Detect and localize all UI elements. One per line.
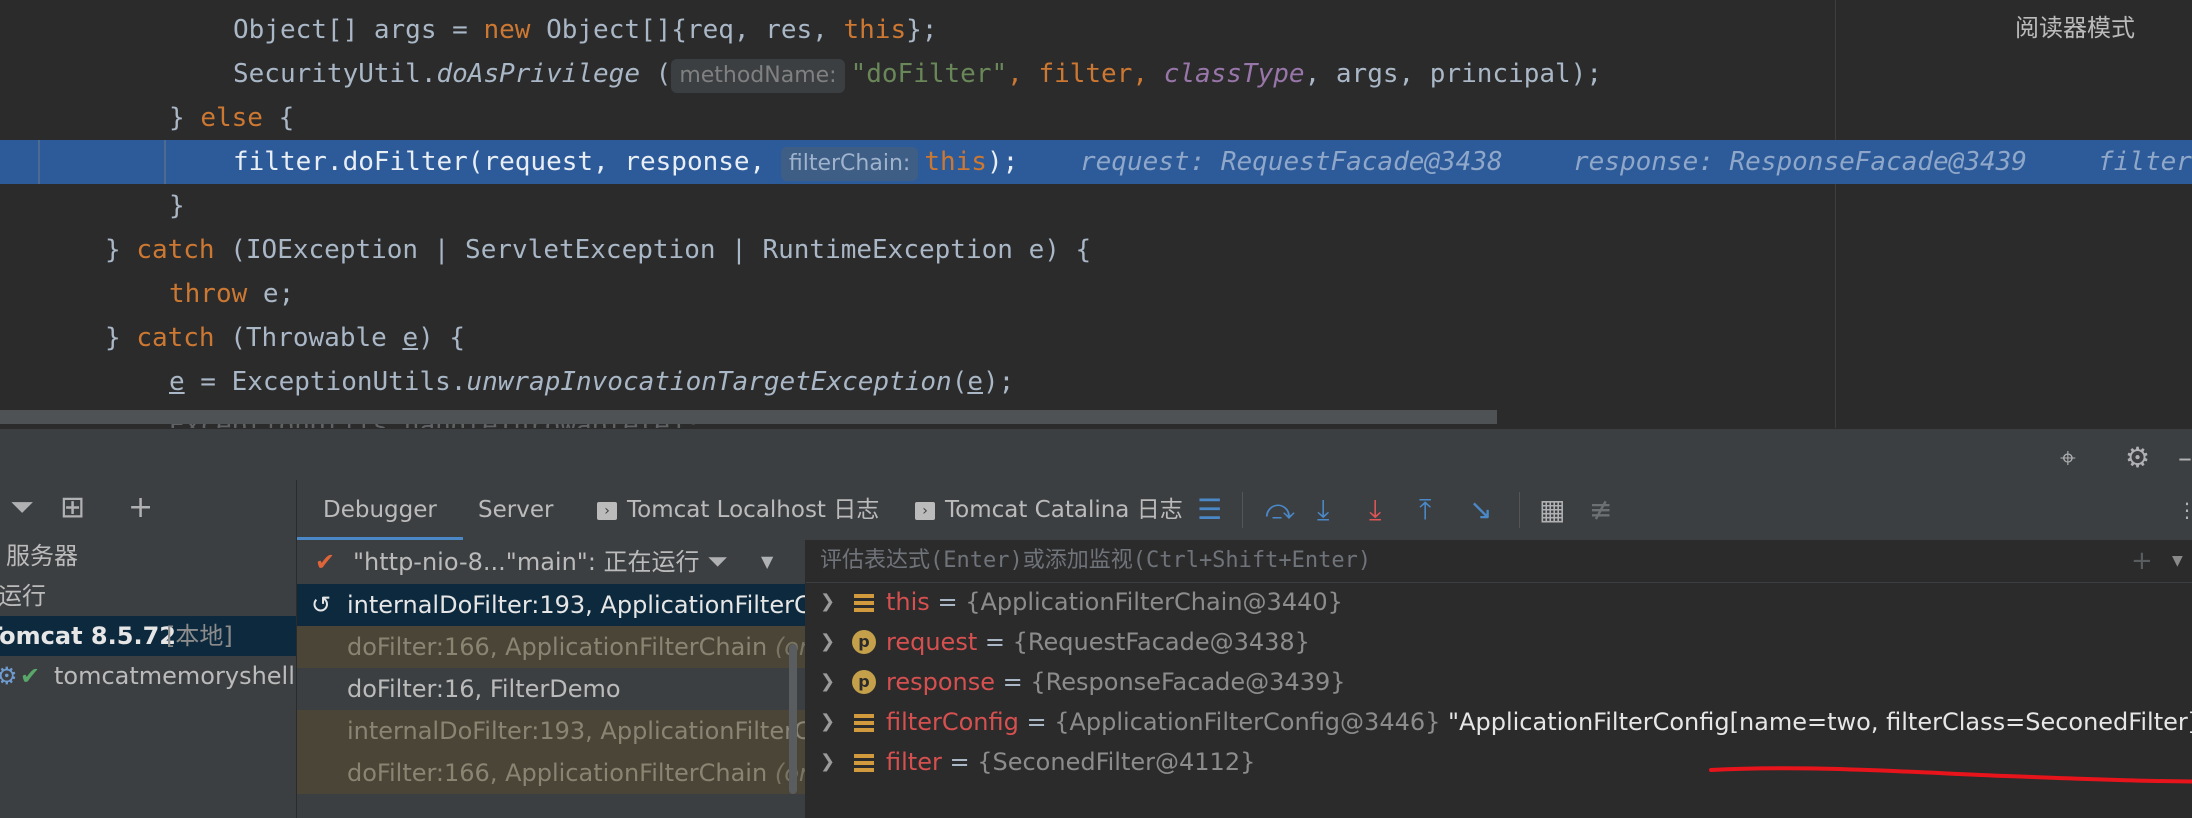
code-line[interactable]: throw e; (0, 272, 2192, 316)
variables-panel: 评估表达式(Enter)或添加监视(Ctrl+Shift+Enter) + ▼ … (806, 540, 2192, 818)
code-line[interactable]: } catch (IOException | ServletException … (0, 228, 2192, 272)
step-into-icon[interactable]: ⤓ (1317, 494, 1329, 526)
tab-server[interactable]: Server (478, 480, 553, 540)
code-line[interactable]: } else { (0, 96, 2192, 140)
stack-frame[interactable]: internalDoFilter:193, ApplicationFilterC… (297, 710, 805, 752)
trace-icon[interactable]: ≢ (1589, 494, 1612, 526)
gear-icon[interactable]: ⚙ (2125, 441, 2150, 474)
stack-frame[interactable]: doFilter:166, ApplicationFilterChain (or… (297, 626, 805, 668)
force-step-into-icon[interactable]: ⤓ (1369, 494, 1381, 526)
parameter-hint: methodName: (671, 59, 845, 93)
minimize-icon[interactable]: – (2178, 441, 2192, 474)
filter-icon[interactable]: ⏷ (707, 540, 728, 584)
crosshair-icon[interactable]: ⌖ (2060, 441, 2076, 475)
layout-menu-icon[interactable]: ☰ (1197, 494, 1222, 526)
tree-node-running[interactable]: 运行 (0, 576, 296, 616)
tree-node-deployment[interactable]: ⚙ ✔ tomcatmemoryshell:w (0, 656, 296, 696)
debugger-tabbar: Debugger Server › Tomcat Localhost 日志 › To… (297, 480, 2192, 541)
step-over-icon[interactable]: ⤼ (1265, 494, 1295, 526)
tab-tomcat-catalina-log[interactable]: › Tomcat Catalina 日志 (915, 480, 1183, 540)
code-line[interactable]: e = ExceptionUtils.unwrapInvocationTarge… (0, 360, 2192, 404)
services-toolbar: ⏷ ⊞ + (0, 480, 296, 536)
step-out-icon[interactable]: ⤒ (1419, 494, 1431, 526)
code-line[interactable]: } (0, 184, 2192, 228)
execution-point-line[interactable]: filter.doFilter(request, response, filte… (0, 140, 2192, 184)
code-editor[interactable]: 阅读器模式 Object[] args = new Object[]{req, … (0, 0, 2192, 428)
tree-node-tomcat[interactable]: Tomcat 8.5.72 [本地] (0, 616, 296, 656)
filter-icon[interactable]: ⏷ (10, 490, 34, 525)
add-service-icon[interactable]: ⊞ (60, 490, 85, 525)
evaluate-expression-icon[interactable]: ▦ (1539, 494, 1565, 526)
inline-debug-value: response: ResponseFacade@3439 (1573, 147, 2027, 177)
code-line[interactable]: } catch (Throwable e) { (0, 316, 2192, 360)
parameter-hint: filterChain: (780, 147, 919, 181)
frames-scrollbar[interactable] (789, 644, 797, 794)
check-icon: ✔ (315, 548, 336, 576)
code-line[interactable]: Object[] args = new Object[]{req, res, t… (0, 8, 2192, 52)
run-to-cursor-icon[interactable]: ↘ (1469, 494, 1492, 526)
console-icon: › (915, 501, 935, 520)
more-icon[interactable]: ⋮ (2177, 494, 2192, 526)
add-icon[interactable]: + (128, 490, 153, 525)
horizontal-scrollbar[interactable] (0, 410, 1497, 424)
tab-debugger[interactable]: Debugger (297, 480, 463, 540)
services-panel: ⏷ ⊞ + 服务器 运行 Tomcat 8.5.72 [本地] ⚙ ✔ tomc… (0, 480, 297, 818)
frames-panel: ✔ "http-nio-8..."main": 正在运行 ⏷ ▼ ↺ inter… (297, 540, 806, 818)
deploy-icon: ⚙ (0, 656, 18, 696)
return-icon: ↺ (311, 591, 332, 619)
stack-frame[interactable]: doFilter:16, FilterDemo (297, 668, 805, 710)
tab-tomcat-localhost-log[interactable]: › Tomcat Localhost 日志 (597, 480, 879, 540)
inline-debug-value: request: RequestFacade@3438 (1080, 147, 1503, 177)
services-tool-window-header: ⌖ ⚙ – (0, 428, 2192, 481)
toolbar-separator (1242, 492, 1243, 528)
inline-debug-value: filter (2098, 147, 2192, 177)
debugger-panel: Debugger Server › Tomcat Localhost 日志 › To… (297, 480, 2192, 818)
toolbar-separator (1519, 492, 1520, 528)
check-icon: ✔ (20, 662, 41, 690)
thread-selector[interactable]: ✔ "http-nio-8..."main": 正在运行 ⏷ ▼ (297, 540, 805, 584)
code-line[interactable]: SecurityUtil.doAsPrivilege (methodName: "… (0, 52, 2192, 96)
console-icon: › (597, 501, 617, 520)
stack-frame[interactable]: ↺ internalDoFilter:193, ApplicationFilte… (297, 584, 805, 626)
stack-frame[interactable]: doFilter:166, ApplicationFilterChain (or… (297, 752, 805, 794)
tree-node-servers[interactable]: 服务器 (0, 536, 296, 576)
chevron-down-icon[interactable]: ▼ (761, 540, 773, 584)
red-underline-annotation (1709, 766, 2192, 784)
